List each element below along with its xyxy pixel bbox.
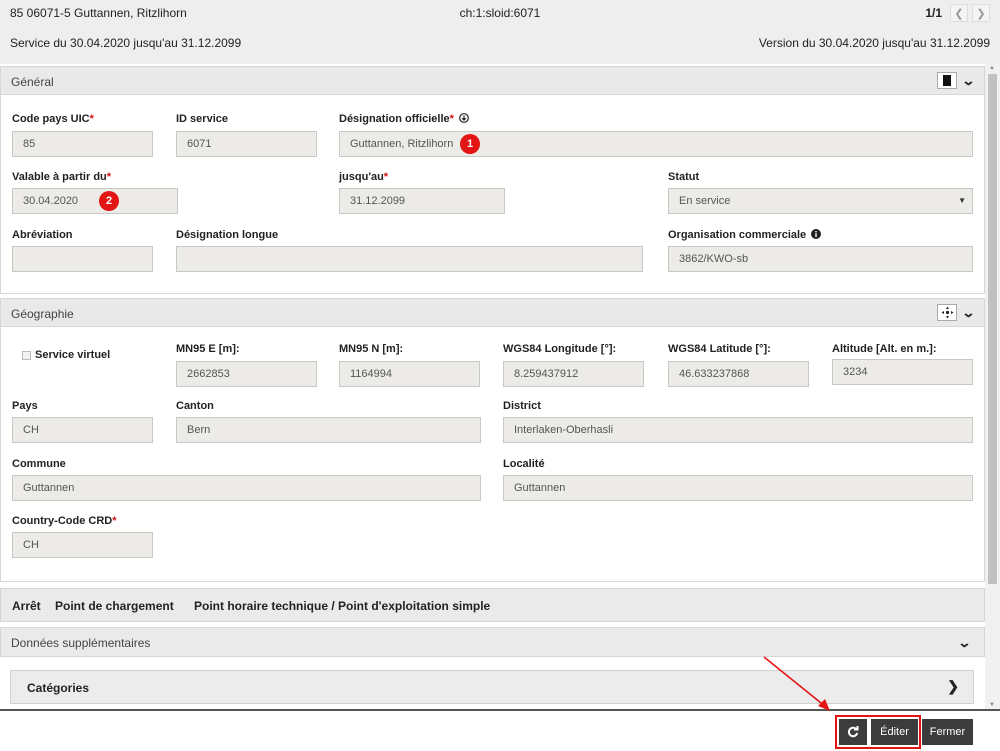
service-range: Service du 30.04.2020 jusqu'au 31.12.209… — [10, 36, 242, 50]
latitude-field[interactable]: 46.633237868 — [668, 361, 809, 387]
jusquau-date-field[interactable]: 31.12.2099 — [339, 188, 505, 214]
mn95e-label: MN95 E [m]: — [176, 343, 240, 355]
geographie-panel-title: Géographie — [11, 307, 74, 321]
altitude-field[interactable]: 3234 — [832, 359, 973, 385]
longitude-label: WGS84 Longitude [°]: — [503, 343, 617, 355]
general-panel: Général ⌄ Code pays UIC* 85 ID service 6… — [0, 66, 985, 294]
annotation-badge-1: 1 — [460, 134, 480, 154]
organisation-label: Organisation commerciale — [668, 229, 822, 241]
categories-label: Catégories — [27, 681, 90, 695]
service-virtuel-label: Service virtuel — [35, 349, 111, 361]
country-code-field[interactable]: CH — [12, 532, 153, 558]
annotation-highlight-box — [835, 715, 921, 749]
version-range: Version du 30.04.2020 jusqu'au 31.12.209… — [758, 36, 990, 50]
canton-label: Canton — [176, 400, 214, 412]
geographie-panel-header[interactable]: Géographie ⌄ — [1, 299, 984, 327]
designation-officielle-field[interactable]: Guttannen, Ritzlihorn — [339, 131, 973, 157]
valable-label: Valable à partir du* — [12, 171, 112, 183]
donnees-supplementaires-title: Données supplémentaires — [11, 636, 151, 650]
id-service-field[interactable]: 6071 — [176, 131, 317, 157]
chevron-right-icon: ❯ — [947, 678, 959, 694]
crosshair-icon — [941, 306, 954, 319]
id-service-label: ID service — [176, 113, 228, 125]
sloid-label: ch:1:sloid:6071 — [459, 6, 541, 20]
general-panel-title: Général — [11, 75, 54, 89]
longitude-field[interactable]: 8.259437912 — [503, 361, 644, 387]
code-pays-field[interactable]: 85 — [12, 131, 153, 157]
general-notes-button[interactable] — [937, 72, 958, 89]
mn95e-field[interactable]: 2662853 — [176, 361, 317, 387]
district-field[interactable]: Interlaken-Oberhasli — [503, 417, 973, 443]
canton-field[interactable]: Bern — [176, 417, 481, 443]
commune-field[interactable]: Guttannen — [12, 475, 481, 501]
altitude-label: Altitude [Alt. en m.]: — [832, 343, 937, 355]
tab-point-horaire[interactable]: Point horaire technique / Point d'exploi… — [194, 599, 490, 613]
statut-label: Statut — [668, 171, 700, 183]
mn95n-field[interactable]: 1164994 — [339, 361, 480, 387]
pays-field[interactable]: CH — [12, 417, 153, 443]
scroll-up-icon[interactable]: ▲ — [989, 65, 995, 71]
pager: 1/1 ❮ ❯ — [925, 4, 990, 22]
jusquau-label: jusqu'au* — [339, 171, 389, 183]
locate-button[interactable] — [937, 304, 958, 321]
type-tabs: Arrêt Point de chargement Point horaire … — [0, 588, 985, 622]
designation-longue-label: Désignation longue — [176, 229, 279, 241]
district-label: District — [503, 400, 541, 412]
chevron-down-icon[interactable]: ⌄ — [961, 73, 975, 89]
select-arrow-icon: ▼ — [958, 196, 966, 205]
pager-count: 1/1 — [925, 6, 942, 20]
mn95n-label: MN95 N [m]: — [339, 343, 404, 355]
abreviation-field[interactable] — [12, 246, 153, 272]
scroll-down-icon[interactable]: ▼ — [989, 702, 995, 708]
commune-label: Commune — [12, 458, 66, 470]
fermer-button[interactable]: Fermer — [922, 719, 973, 745]
geographie-panel: Géographie ⌄ Service virtuel MN95 E [m]:… — [0, 298, 985, 582]
tab-arret[interactable]: Arrêt — [12, 599, 41, 613]
categories-row[interactable]: Catégories ❯ — [10, 670, 974, 704]
valable-date-field[interactable]: 30.04.2020 — [12, 188, 178, 214]
designation-officielle-label: Désignation officielle* — [339, 113, 469, 125]
abreviation-label: Abréviation — [12, 229, 73, 241]
detail-scroll-area[interactable]: Général ⌄ Code pays UIC* 85 ID service 6… — [0, 64, 985, 709]
document-icon — [943, 75, 952, 86]
previous-record-button[interactable]: ❮ — [950, 4, 968, 22]
statut-value: En service — [679, 195, 731, 207]
tab-point-de-chargement[interactable]: Point de chargement — [55, 599, 174, 613]
localite-field[interactable]: Guttannen — [503, 475, 973, 501]
organisation-field[interactable]: 3862/KWO-sb — [668, 246, 973, 272]
code-pays-label: Code pays UIC* — [12, 113, 94, 125]
info-icon — [811, 229, 822, 239]
latitude-label: WGS84 Latitude [°]: — [668, 343, 771, 355]
scrollbar-thumb[interactable] — [988, 74, 997, 584]
annotation-badge-2: 2 — [99, 191, 119, 211]
next-record-button[interactable]: ❯ — [972, 4, 990, 22]
general-panel-header[interactable]: Général ⌄ — [1, 67, 984, 95]
info-download-icon — [459, 113, 469, 123]
chevron-down-icon[interactable]: ⌄ — [961, 305, 975, 321]
pays-label: Pays — [12, 400, 38, 412]
country-code-label: Country-Code CRD* — [12, 515, 117, 527]
record-header: 85 06071-5 Guttannen, Ritzlihorn ch:1:sl… — [0, 0, 1000, 64]
chevron-down-icon[interactable]: ⌄ — [957, 635, 971, 651]
designation-longue-field[interactable] — [176, 246, 643, 272]
donnees-supplementaires-header[interactable]: Données supplémentaires ⌄ — [0, 627, 985, 657]
service-virtuel-checkbox[interactable] — [22, 351, 31, 360]
statut-select[interactable]: En service ▼ — [668, 188, 973, 214]
localite-label: Localité — [503, 458, 545, 470]
vertical-scrollbar[interactable]: ▲ ▼ — [985, 64, 1000, 709]
